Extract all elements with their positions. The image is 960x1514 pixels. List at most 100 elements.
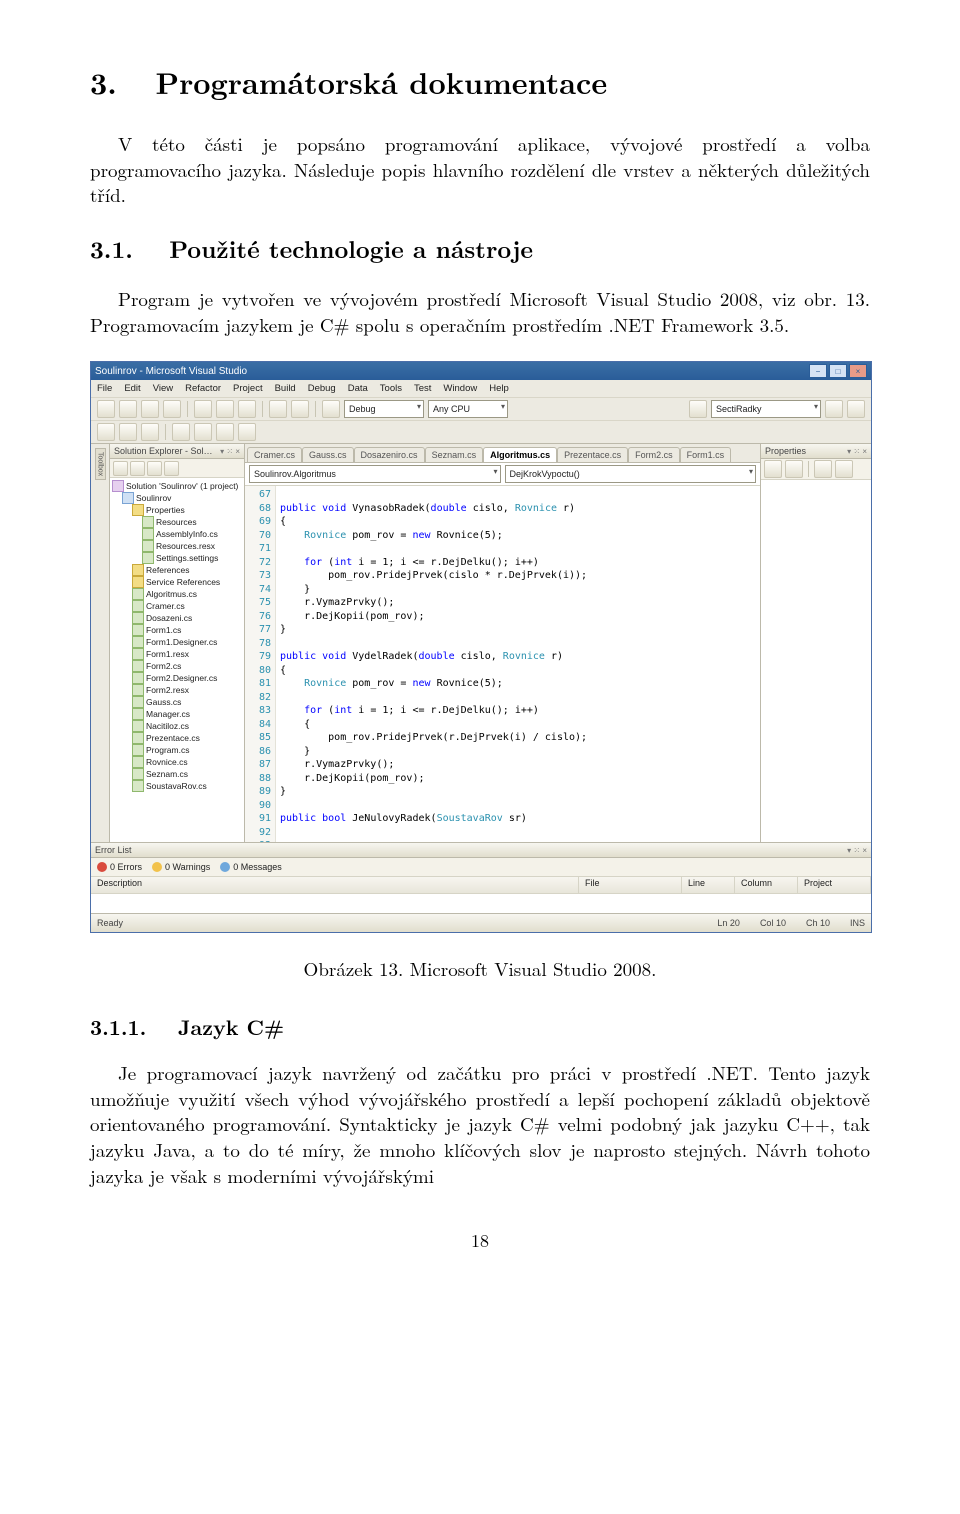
tree-item[interactable]: Prezentace.cs [112,732,244,744]
error-body[interactable] [91,894,871,913]
menu-item[interactable]: Window [443,383,477,394]
copy-icon[interactable] [216,400,234,418]
new-project-icon[interactable] [97,400,115,418]
props-icon[interactable] [814,460,832,478]
save-all-icon[interactable] [163,400,181,418]
tool-icon[interactable] [216,423,234,441]
tree-item[interactable]: SoustavaRov.cs [112,780,244,792]
code-area[interactable]: 67 68 69 70 71 72 73 74 75 76 77 78 79 8… [245,486,760,842]
tree-item[interactable]: Form1.resx [112,648,244,660]
error-column[interactable]: File [579,877,682,893]
tree-item[interactable]: Settings.settings [112,552,244,564]
categorize-icon[interactable] [764,460,782,478]
tool-icon[interactable] [172,423,190,441]
show-all-icon[interactable] [130,461,145,476]
tree-item[interactable]: Form2.resx [112,684,244,696]
tool-icon[interactable] [194,423,212,441]
tree-item[interactable]: Form1.cs [112,624,244,636]
properties-grid[interactable] [761,480,871,842]
maximize-button[interactable]: □ [829,364,847,378]
error-column[interactable]: Column [735,877,798,893]
error-list-header[interactable]: Error List ▾ ⁙ × [91,843,871,858]
tree-item[interactable]: AssemblyInfo.cs [112,528,244,540]
tree-item[interactable]: References [112,564,244,576]
tree-item[interactable]: Algoritmus.cs [112,588,244,600]
panel-buttons[interactable]: ▾ ⁙ × [847,447,867,456]
tree-item[interactable]: Cramer.cs [112,600,244,612]
editor-tab[interactable]: Seznam.cs [425,447,484,462]
save-icon[interactable] [141,400,159,418]
menu-item[interactable]: Project [233,383,263,394]
tool-icon[interactable] [141,423,159,441]
class-combo[interactable]: Soulinrov.Algoritmus [249,465,501,483]
tree-item[interactable]: Nacitiloz.cs [112,720,244,732]
config-combo[interactable]: Debug [344,400,424,418]
editor-tab[interactable]: Dosazeniro.cs [354,447,425,462]
close-button[interactable]: × [849,364,867,378]
tool-icon[interactable] [97,423,115,441]
errors-filter[interactable]: 0 Errors [97,862,142,872]
tree-item[interactable]: Form2.Designer.cs [112,672,244,684]
events-icon[interactable] [835,460,853,478]
alpha-icon[interactable] [785,460,803,478]
tree-item[interactable]: Rovnice.cs [112,756,244,768]
tree-item[interactable]: Form1.Designer.cs [112,636,244,648]
toolbox-tab[interactable]: Toolbox [95,448,106,480]
menu-item[interactable]: Edit [124,383,140,394]
menu-item[interactable]: Build [275,383,296,394]
panel-buttons[interactable]: ▾ ⁙ × [847,846,867,855]
vs-titlebar[interactable]: Soulinrov - Microsoft Visual Studio − □ … [91,362,871,380]
panel-buttons[interactable]: ▾ ⁙ × [220,447,240,456]
open-icon[interactable] [119,400,137,418]
tree-item[interactable]: Service References [112,576,244,588]
tool-icon[interactable] [119,423,137,441]
find-icon[interactable] [689,400,707,418]
code-text[interactable]: public void VynasobRadek(double cislo, R… [276,486,760,842]
editor-tab[interactable]: Algoritmus.cs [483,447,557,462]
menu-item[interactable]: View [153,383,173,394]
editor-tab[interactable]: Cramer.cs [247,447,302,462]
properties-icon[interactable] [113,461,128,476]
error-column[interactable]: Description [91,877,579,893]
tool-icon[interactable] [847,400,865,418]
start-debug-icon[interactable] [322,400,340,418]
tree-item[interactable]: Seznam.cs [112,768,244,780]
tool-icon[interactable] [238,423,256,441]
paste-icon[interactable] [238,400,256,418]
menu-item[interactable]: Tools [380,383,402,394]
find-combo[interactable]: SectiRadky [711,400,821,418]
menu-item[interactable]: Help [489,383,509,394]
properties-header[interactable]: Properties ▾ ⁙ × [761,444,871,459]
tree-item[interactable]: Dosazeni.cs [112,612,244,624]
tree-item[interactable]: Soulinrov [112,492,244,504]
warnings-filter[interactable]: 0 Warnings [152,862,210,872]
menu-item[interactable]: Debug [308,383,336,394]
error-columns[interactable]: DescriptionFileLineColumnProject [91,877,871,894]
tree-item[interactable]: Resources [112,516,244,528]
minimize-button[interactable]: − [809,364,827,378]
platform-combo[interactable]: Any CPU [428,400,508,418]
tree-item[interactable]: Resources.resx [112,540,244,552]
tree-item[interactable]: Program.cs [112,744,244,756]
tree-item[interactable]: Manager.cs [112,708,244,720]
undo-icon[interactable] [269,400,287,418]
tree-item[interactable]: Form2.cs [112,660,244,672]
menu-item[interactable]: Data [348,383,368,394]
error-column[interactable]: Project [798,877,871,893]
menu-item[interactable]: Test [414,383,431,394]
editor-tab[interactable]: Prezentace.cs [557,447,628,462]
tool-icon[interactable] [825,400,843,418]
error-column[interactable]: Line [682,877,735,893]
member-combo[interactable]: DejKrokVypoctu() [505,465,757,483]
menu-item[interactable]: Refactor [185,383,221,394]
editor-tab[interactable]: Form2.cs [628,447,680,462]
solution-explorer-header[interactable]: Solution Explorer - Sol… ▾ ⁙ × [110,444,244,459]
tree-item[interactable]: Properties [112,504,244,516]
menu-item[interactable]: File [97,383,112,394]
tree-item[interactable]: Solution 'Soulinrov' (1 project) [112,480,244,492]
solution-tree[interactable]: Solution 'Soulinrov' (1 project)Soulinro… [110,478,244,842]
redo-icon[interactable] [291,400,309,418]
editor-tab[interactable]: Form1.cs [680,447,732,462]
messages-filter[interactable]: 0 Messages [220,862,282,872]
view-code-icon[interactable] [164,461,179,476]
